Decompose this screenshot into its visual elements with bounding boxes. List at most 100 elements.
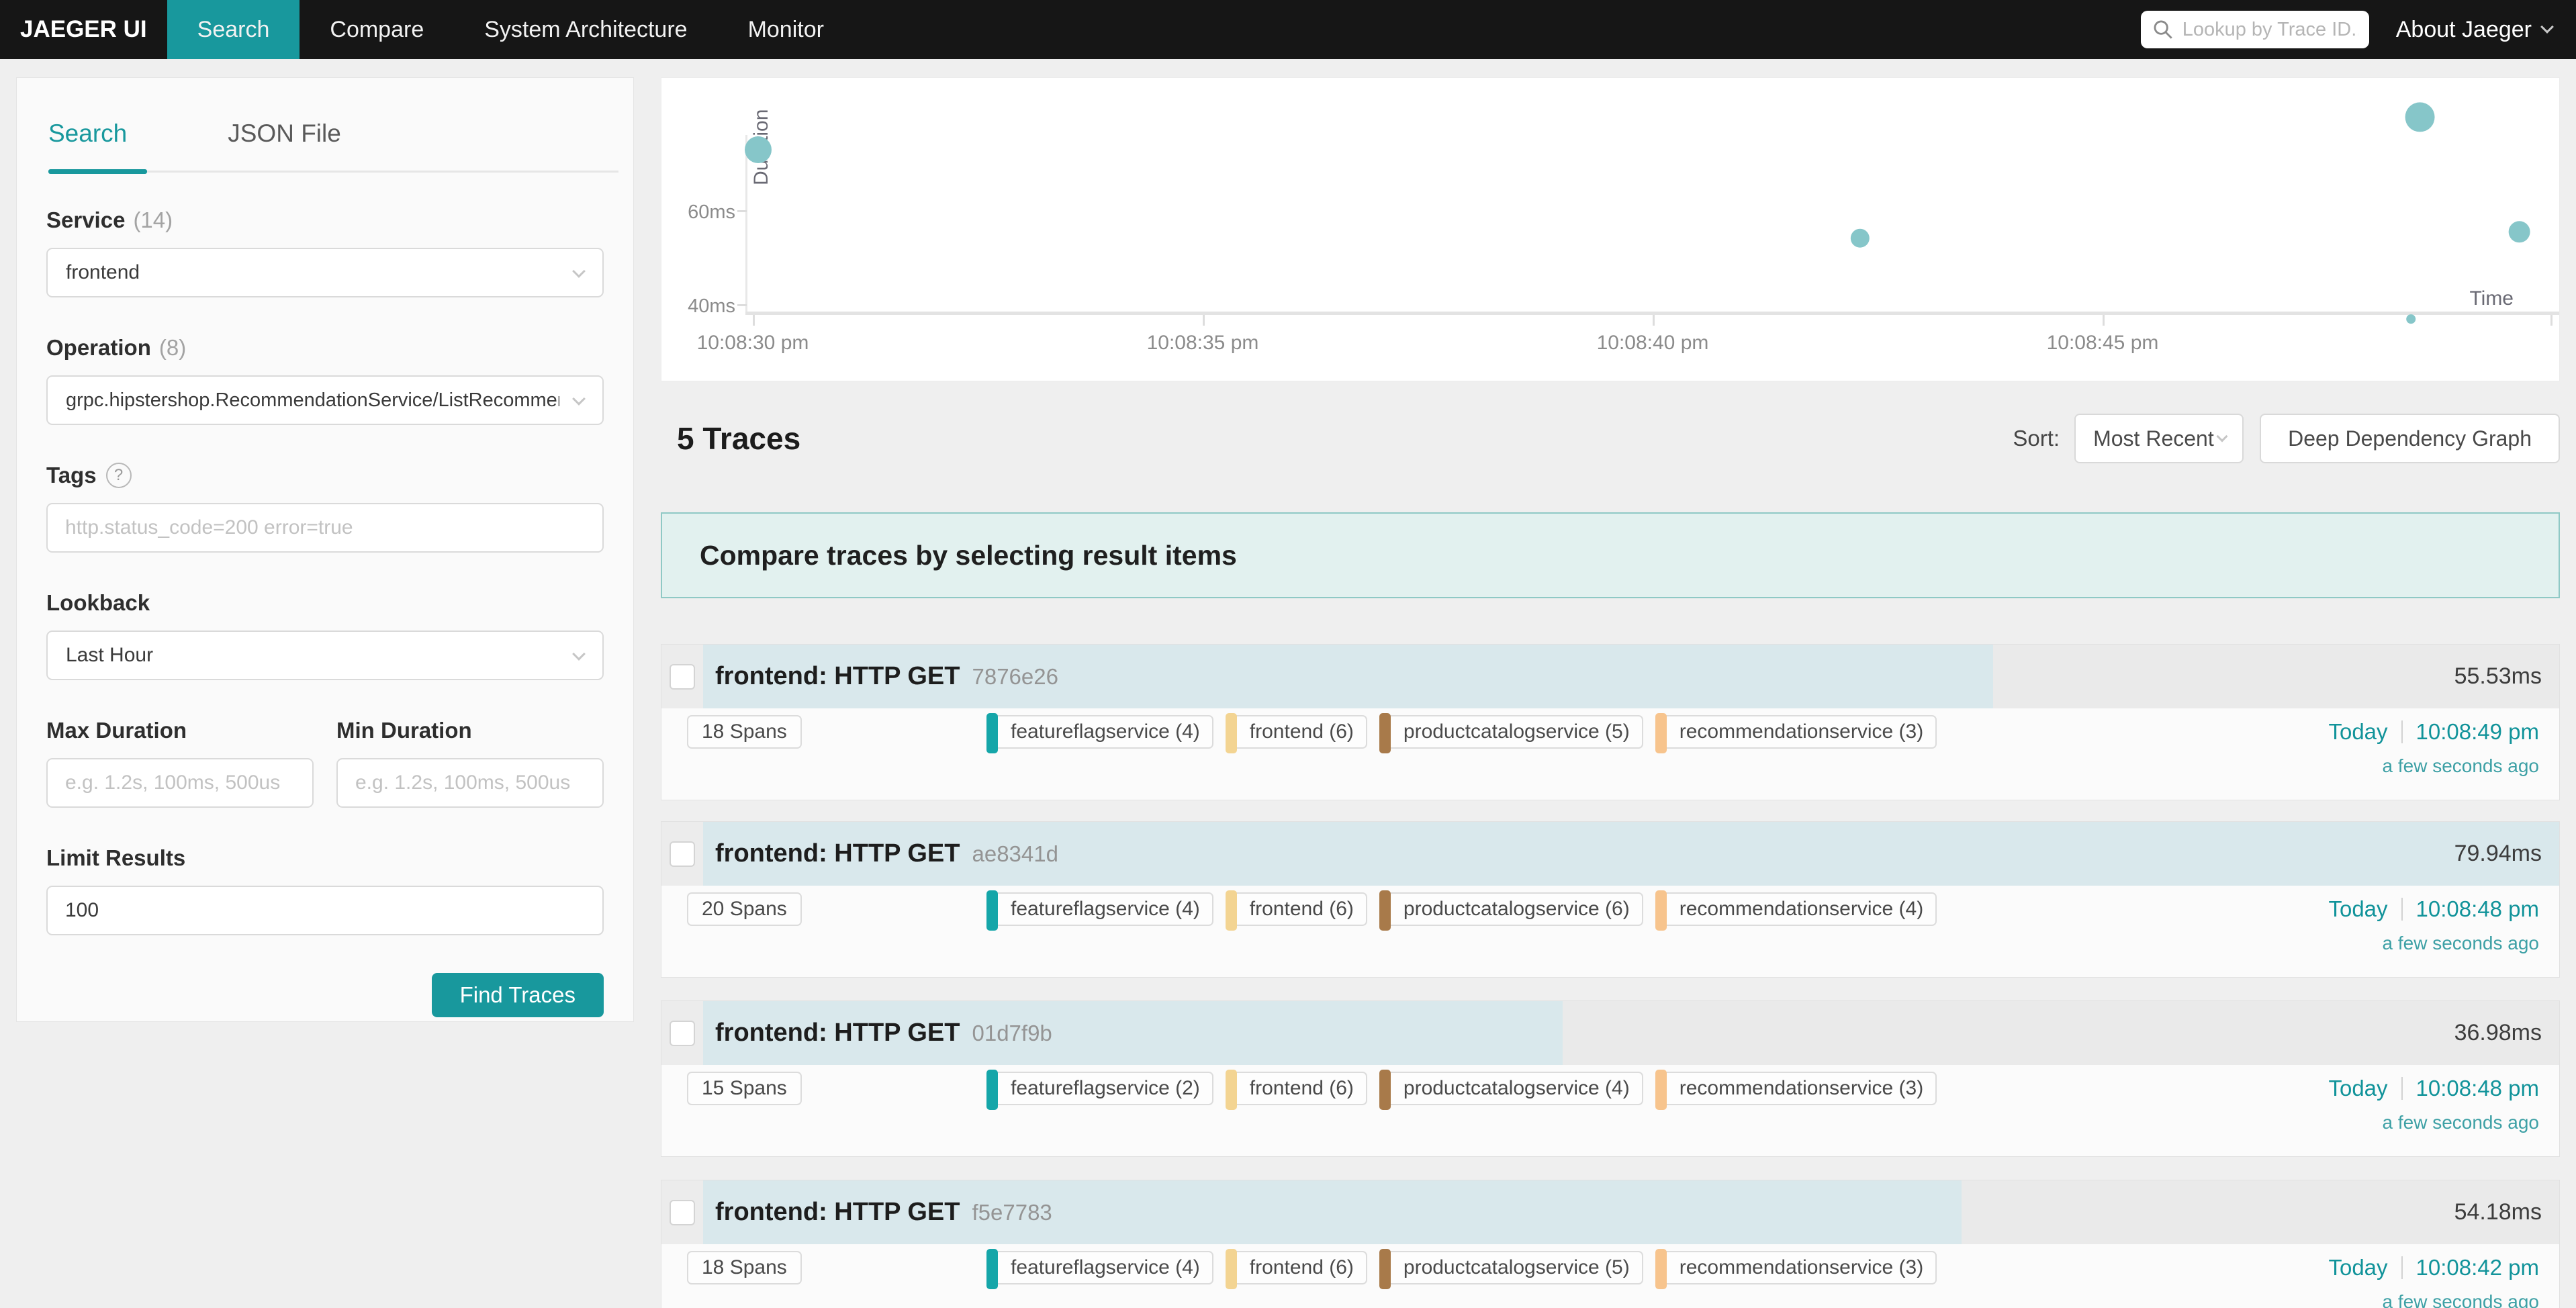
trace-title[interactable]: frontend: HTTP GET (715, 839, 960, 868)
service-color-block (986, 713, 998, 753)
trace-duration: 79.94ms (2454, 841, 2542, 867)
nav-item-search[interactable]: Search (167, 0, 300, 59)
service-tag[interactable]: recommendationservice (3) (1655, 1251, 1937, 1284)
service-color-block (1379, 713, 1391, 753)
trace-time[interactable]: 10:08:48 pm (2416, 896, 2539, 922)
tab-json-file[interactable]: JSON File (228, 120, 341, 148)
limit-results-input[interactable] (46, 886, 604, 935)
service-tag[interactable]: recommendationservice (3) (1655, 1072, 1937, 1105)
lookback-label-text: Lookback (46, 590, 150, 616)
trace-scatter-dot[interactable] (2405, 102, 2435, 132)
app-brand: JAEGER UI (0, 16, 167, 43)
service-count: (14) (133, 207, 173, 233)
lookback-label: Lookback (46, 590, 604, 616)
service-tag[interactable]: productcatalogservice (6) (1379, 892, 1643, 926)
trace-day[interactable]: Today (2328, 1076, 2387, 1101)
trace-select-checkbox[interactable] (670, 841, 695, 867)
trace-result-row[interactable]: frontend: HTTP GET 7876e26 55.53ms 18 Sp… (661, 644, 2560, 800)
service-tag[interactable]: frontend (6) (1226, 715, 1367, 749)
service-tag[interactable]: productcatalogservice (5) (1379, 1251, 1643, 1284)
trace-day[interactable]: Today (2328, 896, 2387, 922)
operation-label-text: Operation (46, 335, 151, 361)
tab-search[interactable]: Search (48, 120, 127, 148)
trace-time[interactable]: 10:08:42 pm (2416, 1255, 2539, 1280)
service-tag[interactable]: frontend (6) (1226, 1251, 1367, 1284)
tags-input[interactable] (46, 503, 604, 553)
deep-dependency-graph-button[interactable]: Deep Dependency Graph (2260, 414, 2560, 463)
chevron-down-icon (2217, 431, 2228, 442)
nav-item-system-architecture[interactable]: System Architecture (454, 0, 717, 59)
trace-id-hash: ae8341d (972, 841, 1058, 867)
trace-scatter-dot[interactable] (2509, 221, 2530, 242)
tags-label-text: Tags (46, 463, 97, 488)
service-tag-label: featureflagservice (4) (1011, 1256, 1200, 1279)
trace-day[interactable]: Today (2328, 719, 2387, 745)
about-jaeger-menu[interactable]: About Jaeger (2396, 17, 2552, 43)
trace-day[interactable]: Today (2328, 1255, 2387, 1280)
service-tag[interactable]: recommendationservice (4) (1655, 892, 1937, 926)
operation-select-value: grpc.hipstershop.RecommendationService/L… (66, 389, 559, 412)
service-tag[interactable]: featureflagservice (4) (986, 892, 1213, 926)
span-count-chip: 20 Spans (687, 892, 802, 926)
sidebar-tabs: Search JSON File (17, 78, 633, 148)
service-tag[interactable]: frontend (6) (1226, 892, 1367, 926)
trace-lookup-input[interactable] (2182, 19, 2358, 41)
trace-time[interactable]: 10:08:49 pm (2416, 719, 2539, 745)
max-duration-label: Max Duration (46, 718, 314, 743)
trace-duration: 55.53ms (2454, 663, 2542, 690)
trace-title[interactable]: frontend: HTTP GET (715, 1019, 960, 1047)
trace-select-checkbox[interactable] (670, 1021, 695, 1046)
help-icon[interactable]: ? (106, 463, 132, 488)
service-tag[interactable]: frontend (6) (1226, 1072, 1367, 1105)
service-tag[interactable]: productcatalogservice (4) (1379, 1072, 1643, 1105)
trace-title[interactable]: frontend: HTTP GET (715, 662, 960, 691)
trace-select-checkbox[interactable] (670, 1200, 695, 1225)
trace-result-row[interactable]: frontend: HTTP GET 01d7f9b 36.98ms 15 Sp… (661, 1000, 2560, 1157)
service-select[interactable]: frontend (46, 248, 604, 297)
operation-select[interactable]: grpc.hipstershop.RecommendationService/L… (46, 375, 604, 425)
trace-select-checkbox[interactable] (670, 664, 695, 690)
service-tag[interactable]: recommendationservice (3) (1655, 715, 1937, 749)
service-tag[interactable]: productcatalogservice (5) (1379, 715, 1643, 749)
span-count-chip: 18 Spans (687, 1251, 802, 1284)
nav-item-monitor[interactable]: Monitor (718, 0, 854, 59)
service-tags: featureflagservice (4) frontend (6) prod… (986, 1251, 1937, 1284)
trace-time[interactable]: 10:08:48 pm (2416, 1076, 2539, 1101)
service-tag-label: recommendationservice (3) (1680, 1256, 1923, 1279)
active-tab-indicator (48, 169, 147, 174)
service-tag[interactable]: featureflagservice (4) (986, 1251, 1213, 1284)
trace-head-content: frontend: HTTP GET f5e7783 54.18ms (703, 1180, 2559, 1244)
trace-duration: 36.98ms (2454, 1020, 2542, 1046)
service-color-block (1655, 713, 1667, 753)
trace-id-hash: f5e7783 (972, 1200, 1052, 1225)
service-tag-label: frontend (6) (1250, 720, 1354, 743)
trace-scatter-points[interactable] (661, 78, 2561, 382)
compare-banner-text: Compare traces by selecting result items (700, 540, 1237, 571)
trace-relative-time: a few seconds ago (2328, 933, 2539, 954)
sort-label: Sort: (2013, 426, 2060, 451)
checkbox-cell (661, 1001, 703, 1065)
nav-item-compare[interactable]: Compare (300, 0, 454, 59)
checkbox-cell (661, 822, 703, 886)
service-label: Service (14) (46, 207, 604, 233)
service-tag[interactable]: featureflagservice (4) (986, 715, 1213, 749)
sort-select[interactable]: Most Recent (2074, 414, 2244, 463)
tags-label: Tags ? (46, 463, 604, 488)
trace-result-row[interactable]: frontend: HTTP GET ae8341d 79.94ms 20 Sp… (661, 821, 2560, 978)
trace-scatter-dot[interactable] (745, 136, 772, 163)
service-tag-label: featureflagservice (2) (1011, 1077, 1200, 1100)
lookback-select[interactable]: Last Hour (46, 630, 604, 680)
service-color-block (1226, 1070, 1237, 1110)
divider (2401, 720, 2403, 743)
service-tag[interactable]: featureflagservice (2) (986, 1072, 1213, 1105)
find-traces-button[interactable]: Find Traces (432, 973, 604, 1017)
lookback-select-value: Last Hour (66, 644, 153, 667)
duration-bar-region: frontend: HTTP GET 01d7f9b 36.98ms (703, 1001, 2559, 1065)
duration-scatter-chart: Duration Time 60ms 40ms 10:08:30 pm 10:0… (661, 77, 2560, 381)
trace-title[interactable]: frontend: HTTP GET (715, 1198, 960, 1227)
min-duration-input[interactable] (336, 758, 604, 808)
trace-scatter-dot[interactable] (2406, 314, 2416, 324)
max-duration-input[interactable] (46, 758, 314, 808)
trace-scatter-dot[interactable] (1851, 229, 1870, 248)
trace-result-row[interactable]: frontend: HTTP GET f5e7783 54.18ms 18 Sp… (661, 1180, 2560, 1308)
